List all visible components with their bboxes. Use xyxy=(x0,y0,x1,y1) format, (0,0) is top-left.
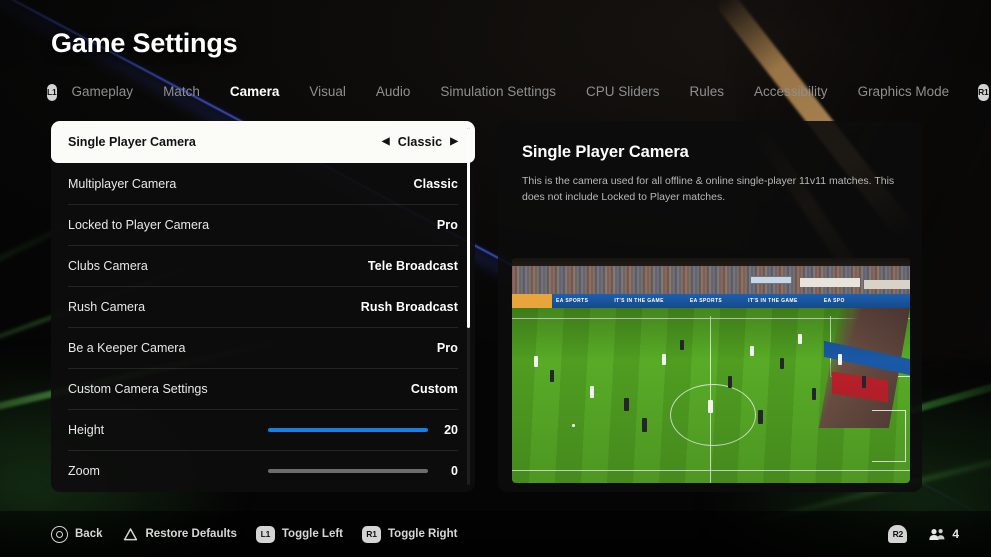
tab-cpu-sliders[interactable]: CPU Sliders xyxy=(571,79,675,105)
settings-tab-bar: L1 Gameplay Match Camera Visual Audio Simulat… xyxy=(47,79,989,105)
tab-graphics-mode[interactable]: Graphics Mode xyxy=(843,79,965,105)
camera-preview-image: EA SPORTS IT'S IN THE GAME EA SPORTS IT'S I… xyxy=(512,258,910,483)
setting-row-value-group: Pro xyxy=(437,218,458,232)
page-title: Game Settings xyxy=(51,28,238,58)
setting-row[interactable]: Custom Camera Settings Custom xyxy=(51,368,475,409)
r1-bumper-icon: R1 xyxy=(362,525,382,543)
preview-ad-boards: EA SPORTS IT'S IN THE GAME EA SPORTS IT'S I… xyxy=(512,294,910,308)
preview-ad-text: EA SPORTS xyxy=(689,298,723,304)
circle-button-icon xyxy=(51,525,68,543)
tab-visual[interactable]: Visual xyxy=(294,79,361,105)
setting-row-label: Clubs Camera xyxy=(68,258,148,273)
setting-row-value-group: Rush Broadcast xyxy=(361,300,458,314)
l1-bumper-icon: L1 xyxy=(255,525,275,543)
setting-row-value: Classic xyxy=(397,135,443,149)
preview-ad-text: EA SPO xyxy=(823,298,845,304)
preview-ad-text: EA SPORTS xyxy=(556,298,589,304)
setting-row-label: Height xyxy=(68,422,105,437)
player-count-indicator: 4 xyxy=(929,527,959,541)
setting-slider[interactable]: 20 xyxy=(268,423,458,437)
setting-row[interactable]: Height 20 xyxy=(51,409,475,450)
tab-rules[interactable]: Rules xyxy=(675,79,740,105)
setting-row-value-group: ◀ Classic ▶ xyxy=(382,135,458,149)
tab-gameplay[interactable]: Gameplay xyxy=(57,79,149,105)
setting-row-value-group: Custom xyxy=(411,382,458,396)
hint-label: Restore Defaults xyxy=(145,528,237,540)
setting-row[interactable]: Multiplayer Camera Classic xyxy=(51,163,475,204)
hint-label: Toggle Right xyxy=(388,528,458,540)
settings-rows: Single Player Camera ◀ Classic ▶ Multiplayer… xyxy=(51,121,475,492)
hint-restore-defaults[interactable]: Restore Defaults xyxy=(122,526,237,543)
setting-row-label: Multiplayer Camera xyxy=(68,176,177,191)
setting-row[interactable]: Clubs Camera Tele Broadcast xyxy=(51,245,475,286)
r2-trigger-icon[interactable]: R2 xyxy=(888,525,908,543)
slider-value: 20 xyxy=(444,422,458,437)
setting-row-value: Classic xyxy=(413,176,458,191)
tab-accessibility[interactable]: Accessibility xyxy=(739,79,843,105)
setting-row-value: Pro xyxy=(436,340,458,355)
slider-fill xyxy=(268,427,428,432)
setting-row-label: Single Player Camera xyxy=(68,135,196,149)
tab-simulation-settings[interactable]: Simulation Settings xyxy=(425,79,571,105)
setting-row-label: Locked to Player Camera xyxy=(68,217,210,232)
hint-toggle-left[interactable]: L1 Toggle Left xyxy=(255,525,344,543)
settings-scrollbar[interactable] xyxy=(467,128,470,485)
setting-row[interactable]: Be a Keeper Camera Pro xyxy=(51,327,475,368)
settings-scrollbar-thumb[interactable] xyxy=(467,128,470,328)
slider-track[interactable] xyxy=(268,468,428,473)
r1-bumper-icon[interactable]: R1 xyxy=(978,83,989,101)
setting-row-value: Tele Broadcast xyxy=(367,258,458,273)
setting-row[interactable]: Locked to Player Camera Pro xyxy=(51,204,475,245)
settings-list-panel: Single Player Camera ◀ Classic ▶ Multiplayer… xyxy=(51,121,475,492)
setting-row[interactable]: Single Player Camera ◀ Classic ▶ xyxy=(51,121,475,163)
setting-row-label: Custom Camera Settings xyxy=(68,381,208,396)
setting-row-label: Rush Camera xyxy=(68,299,146,314)
setting-row-value-group: Classic xyxy=(414,177,458,191)
circle-button-inner xyxy=(56,530,63,538)
tab-camera[interactable]: Camera xyxy=(215,79,295,105)
detail-panel: Single Player Camera This is the camera … xyxy=(498,121,922,492)
hint-toggle-right[interactable]: R1 Toggle Right xyxy=(362,525,458,543)
slider-fill xyxy=(268,468,428,473)
bottom-action-bar: Back Restore Defaults L1 Toggle Left R1 Toggl… xyxy=(0,511,991,557)
game-settings-screen: Game Settings L1 Gameplay Match Camera Visu… xyxy=(0,0,991,557)
hint-label: Toggle Left xyxy=(281,528,344,540)
player-count-value: 4 xyxy=(952,527,959,541)
preview-ad-text: IT'S IN THE GAME xyxy=(748,298,798,304)
setting-row-value: Rush Broadcast xyxy=(360,299,458,314)
slider-track[interactable] xyxy=(268,427,428,432)
hint-label: Back xyxy=(75,528,103,540)
setting-row-value: Custom xyxy=(410,381,458,396)
setting-row-value-group: Tele Broadcast xyxy=(368,259,458,273)
chevron-right-icon[interactable]: ▶ xyxy=(450,137,458,147)
detail-title: Single Player Camera xyxy=(522,143,689,161)
setting-row[interactable]: Zoom 0 xyxy=(51,450,475,491)
tab-match[interactable]: Match xyxy=(148,79,215,105)
detail-description: This is the camera used for all offline … xyxy=(522,175,895,203)
triangle-button-icon xyxy=(122,526,139,543)
bottom-right-status: R2 4 xyxy=(888,525,991,543)
setting-row[interactable]: Rush Camera Rush Broadcast xyxy=(51,286,475,327)
setting-row-value: Pro xyxy=(436,217,458,232)
slider-value: 0 xyxy=(451,463,458,478)
button-hints: Back Restore Defaults L1 Toggle Left R1 Toggl… xyxy=(0,525,458,543)
chevron-left-icon[interactable]: ◀ xyxy=(382,137,390,147)
l1-bumper-icon[interactable]: L1 xyxy=(47,83,57,101)
tab-audio[interactable]: Audio xyxy=(361,79,426,105)
hint-back[interactable]: Back xyxy=(51,525,103,543)
setting-row-label: Zoom xyxy=(68,463,100,478)
players-icon xyxy=(929,528,945,540)
preview-ad-text: IT'S IN THE GAME xyxy=(614,298,664,304)
setting-row-value-group: Pro xyxy=(437,341,458,355)
setting-row-label: Be a Keeper Camera xyxy=(68,340,186,355)
setting-slider[interactable]: 0 xyxy=(268,464,458,478)
